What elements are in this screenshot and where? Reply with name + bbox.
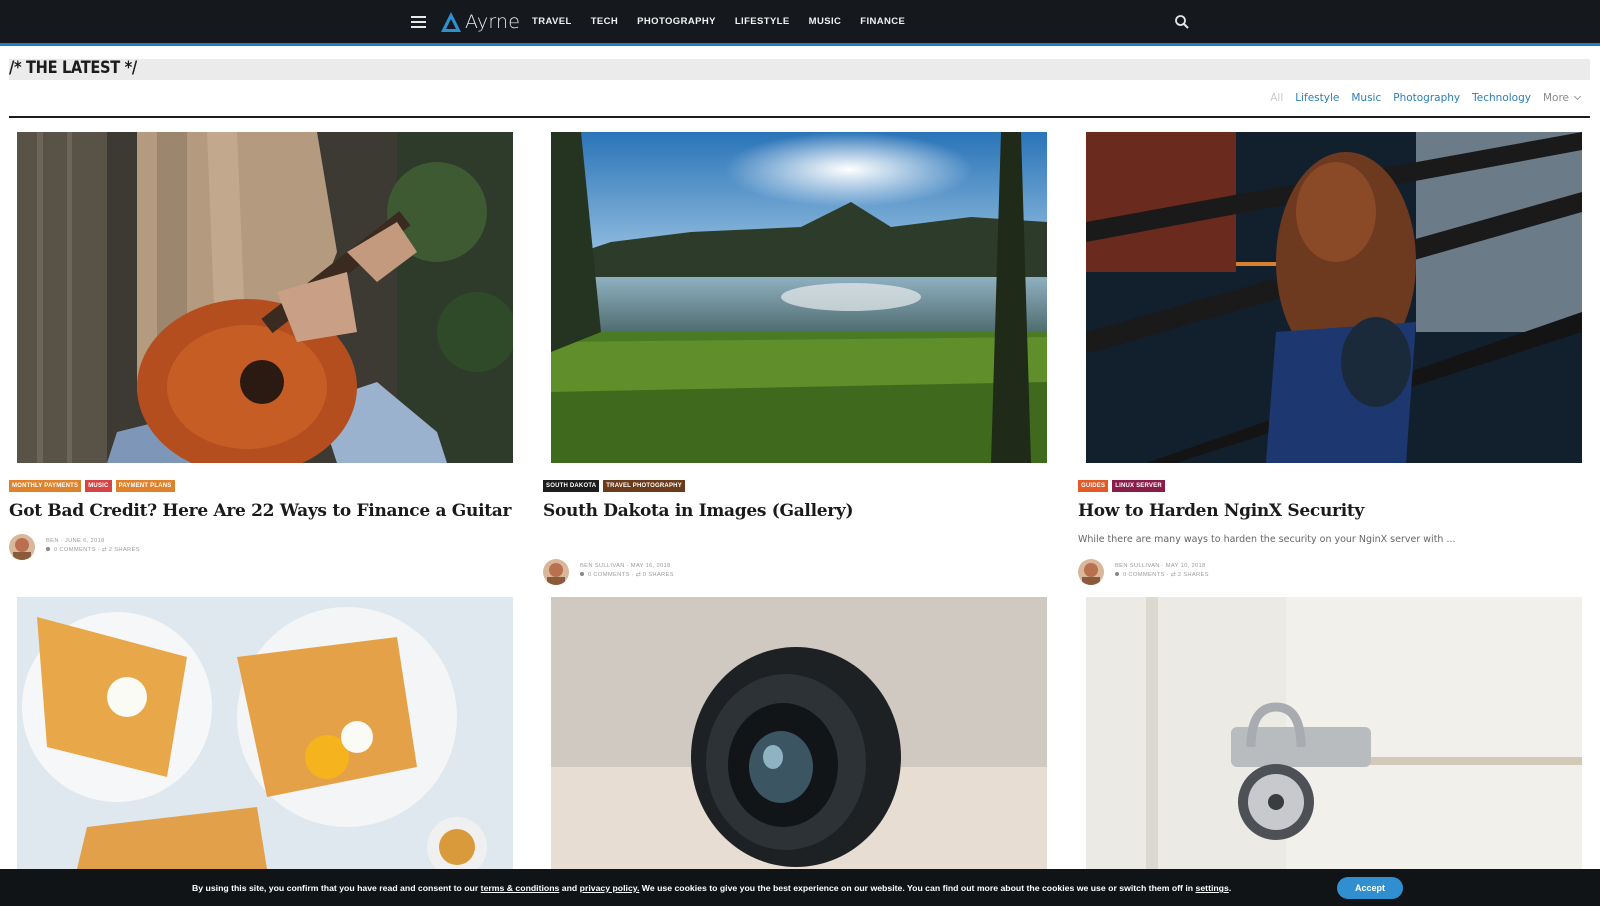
post-1-categories: MONTHLY PAYMENTS MUSIC PAYMENT PLANS	[9, 480, 179, 492]
post-1-author-date: BEN · JUNE 6, 2018	[46, 538, 105, 544]
category-tag-linux-server[interactable]: LINUX SERVER	[1112, 480, 1165, 492]
crepes-photo	[17, 597, 513, 869]
category-filters: All Lifestyle Music Photography Technolo…	[1258, 92, 1582, 104]
post-3-author-avatar[interactable]	[1078, 559, 1104, 585]
post-image-guitar[interactable]	[17, 132, 513, 463]
post-2-stats: 0 COMMENTS · ⇄ 0 SHARES	[588, 572, 674, 578]
terms-conditions-link[interactable]: terms & conditions	[481, 883, 560, 893]
nav-item-finance[interactable]: FINANCE	[860, 15, 905, 29]
filter-more-dropdown[interactable]: More	[1542, 92, 1582, 104]
comment-dot-icon	[46, 547, 50, 551]
top-navbar: Ayrne TRAVEL TECH PHOTOGRAPHY LIFESTYLE …	[0, 0, 1600, 46]
nav-item-tech[interactable]: TECH	[591, 15, 618, 29]
post-1-meta: BEN · JUNE 6, 2018 0 COMMENTS · ⇄ 2 SHAR…	[46, 537, 140, 555]
nav-item-photography[interactable]: PHOTOGRAPHY	[637, 15, 716, 29]
guitar-player-photo	[17, 132, 513, 463]
nav-item-lifestyle[interactable]: LIFESTYLE	[735, 15, 790, 29]
search-icon[interactable]	[1174, 14, 1190, 30]
filter-music[interactable]: Music	[1351, 92, 1381, 104]
category-tag-south-dakota[interactable]: SOUTH DAKOTA	[543, 480, 600, 492]
post-2-title[interactable]: South Dakota in Images (Gallery)	[543, 501, 854, 521]
camera-lens-photo	[551, 597, 1047, 869]
post-1-title[interactable]: Got Bad Credit? Here Are 22 Ways to Fina…	[9, 501, 511, 521]
filter-photography[interactable]: Photography	[1393, 92, 1460, 104]
category-tag-music[interactable]: MUSIC	[85, 480, 112, 492]
comment-dot-icon	[1115, 572, 1119, 576]
cookie-message: By using this site, you confirm that you…	[192, 883, 1231, 893]
menu-icon[interactable]	[411, 16, 426, 28]
logo-mark-icon	[441, 12, 461, 32]
site-logo[interactable]: Ayrne	[440, 10, 520, 34]
category-tag-monthly-payments[interactable]: MONTHLY PAYMENTS	[9, 480, 82, 492]
boxing-ring-photo	[1086, 132, 1582, 463]
category-tag-travel-photography[interactable]: TRAVEL PHOTOGRAPHY	[603, 480, 685, 492]
cookie-text-4: .	[1228, 883, 1232, 893]
nav-item-travel[interactable]: TRAVEL	[532, 15, 572, 29]
filter-all[interactable]: All	[1270, 92, 1283, 104]
filter-technology[interactable]: Technology	[1472, 92, 1531, 104]
filter-more-label: More	[1542, 92, 1569, 104]
lake-landscape-photo	[551, 132, 1047, 463]
comment-dot-icon	[580, 572, 584, 576]
post-3-categories: GUIDES LINUX SERVER	[1078, 480, 1169, 492]
accept-cookies-button[interactable]: Accept	[1337, 877, 1403, 899]
post-2-categories: SOUTH DAKOTA TRAVEL PHOTOGRAPHY	[543, 480, 689, 492]
category-tag-guides[interactable]: GUIDES	[1078, 480, 1109, 492]
category-tag-payment-plans[interactable]: PAYMENT PLANS	[115, 480, 175, 492]
post-3-title[interactable]: How to Harden NginX Security	[1078, 501, 1364, 521]
post-2-meta: BEN SULLIVAN · MAY 16, 2018 0 COMMENTS ·…	[580, 562, 674, 580]
cookie-text-3: We use cookies to give you the best expe…	[641, 883, 1194, 893]
post-3-author-date: BEN SULLIVAN · MAY 10, 2018	[1115, 563, 1206, 569]
main-nav: TRAVEL TECH PHOTOGRAPHY LIFESTYLE MUSIC …	[532, 15, 924, 29]
section-divider	[9, 116, 1590, 118]
post-1-author-avatar[interactable]	[9, 534, 35, 560]
cookie-text-2: and	[561, 883, 578, 893]
post-3-meta: BEN SULLIVAN · MAY 10, 2018 0 COMMENTS ·…	[1115, 562, 1209, 580]
filter-lifestyle[interactable]: Lifestyle	[1295, 92, 1339, 104]
padlock-door-photo	[1086, 597, 1582, 869]
chevron-down-icon	[1573, 92, 1582, 101]
post-1-stats: 0 COMMENTS · ⇄ 2 SHARES	[54, 547, 140, 553]
cookie-text-1: By using this site, you confirm that you…	[192, 883, 479, 893]
nav-item-music[interactable]: MUSIC	[809, 15, 842, 29]
privacy-policy-link[interactable]: privacy policy.	[580, 883, 640, 893]
post-3-stats: 0 COMMENTS · ⇄ 2 SHARES	[1123, 572, 1209, 578]
post-3-excerpt: While there are many ways to harden the …	[1078, 534, 1456, 545]
post-2-author-date: BEN SULLIVAN · MAY 16, 2018	[580, 563, 671, 569]
logo-text: Ayrne	[465, 11, 521, 33]
post-image-padlock[interactable]	[1086, 597, 1582, 869]
post-image-boxing[interactable]	[1086, 132, 1582, 463]
post-image-lake[interactable]	[551, 132, 1047, 463]
post-image-crepes[interactable]	[17, 597, 513, 869]
post-image-camera-lens[interactable]	[551, 597, 1047, 869]
cookie-settings-link[interactable]: settings	[1196, 883, 1229, 893]
post-2-author-avatar[interactable]	[543, 559, 569, 585]
section-title: /* THE LATEST */	[9, 58, 137, 78]
section-title-background	[9, 59, 1590, 80]
